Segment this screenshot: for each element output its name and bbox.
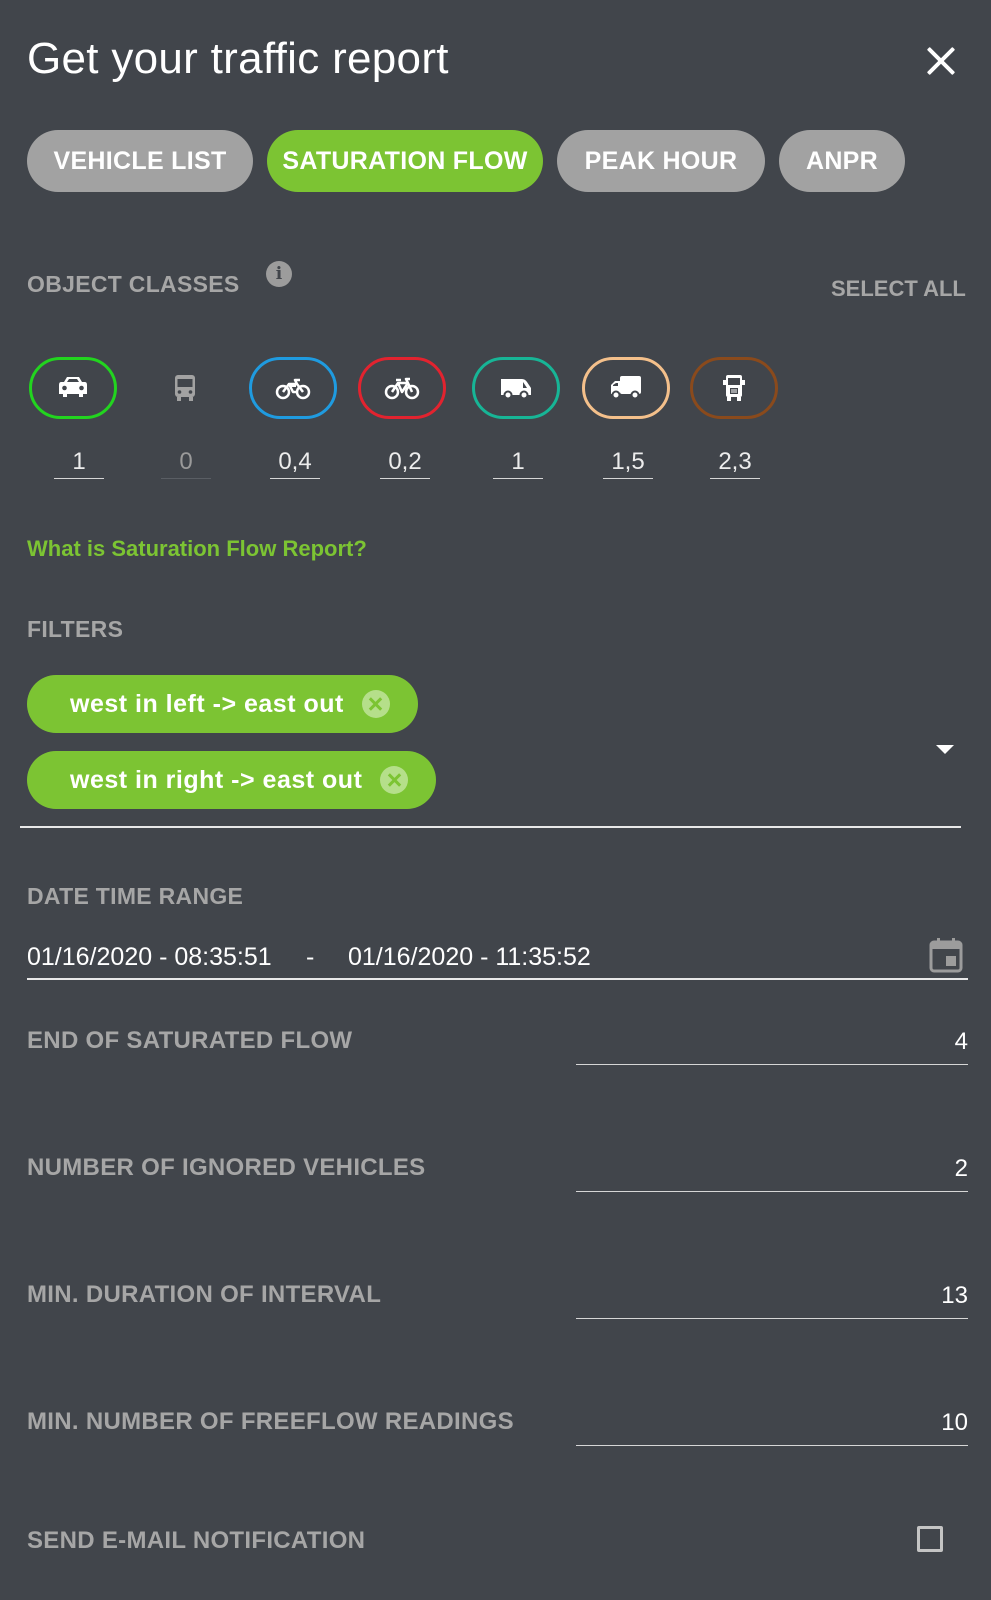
min-duration-interval-label: MIN. DURATION OF INTERVAL	[27, 1281, 382, 1308]
filter-chip[interactable]: west in right -> east out	[27, 751, 437, 809]
class-bus-value[interactable]: 0	[161, 448, 211, 479]
tab-peak-hour[interactable]: PEAK HOUR	[557, 130, 765, 192]
tab-anpr[interactable]: ANPR	[779, 130, 905, 192]
class-bicycle-button[interactable]	[358, 357, 446, 419]
email-notification-checkbox[interactable]	[917, 1526, 943, 1552]
filter-chip[interactable]: west in left -> east out	[27, 675, 418, 733]
class-motorcycle-button[interactable]	[249, 357, 337, 419]
bus-icon	[175, 375, 195, 401]
motorcycle-icon	[275, 378, 311, 400]
email-notification-label: SEND E-MAIL NOTIFICATION	[27, 1527, 366, 1554]
close-icon[interactable]	[924, 44, 958, 78]
date-time-range-label: DATE TIME RANGE	[27, 883, 244, 909]
tab-saturation-flow[interactable]: SATURATION FLOW	[267, 130, 543, 192]
dialog-title: Get your traffic report	[27, 34, 449, 83]
min-freeflow-readings-label: MIN. NUMBER OF FREEFLOW READINGS	[27, 1408, 514, 1435]
filters-underline	[20, 826, 961, 828]
min-duration-interval-value: 13	[941, 1282, 968, 1309]
class-motorcycle-value[interactable]: 0,4	[270, 448, 320, 479]
date-separator: -	[306, 943, 315, 971]
filter-chip-label: west in left -> east out	[70, 689, 344, 718]
class-truck-button[interactable]	[582, 357, 670, 419]
end-of-saturated-flow-label: END OF SATURATED FLOW	[27, 1027, 353, 1054]
calendar-icon[interactable]	[929, 937, 963, 973]
class-heavy-truck-button[interactable]	[690, 357, 778, 419]
object-classes-label: OBJECT CLASSES	[27, 271, 240, 297]
ignored-vehicles-value: 2	[954, 1155, 968, 1182]
select-all-button[interactable]: SELECT ALL	[831, 276, 966, 302]
date-range-underline	[27, 978, 968, 980]
car-icon	[59, 377, 87, 397]
info-icon[interactable]: i	[266, 261, 292, 287]
class-van-button[interactable]	[472, 357, 560, 419]
ignored-vehicles-label: NUMBER OF IGNORED VEHICLES	[27, 1154, 426, 1181]
end-datetime-input[interactable]: 01/16/2020 - 11:35:52	[348, 943, 591, 972]
tab-vehicle-list[interactable]: VEHICLE LIST	[27, 130, 253, 192]
remove-chip-icon[interactable]	[380, 766, 409, 794]
truck-icon	[611, 376, 641, 400]
min-freeflow-readings-value: 10	[941, 1409, 968, 1436]
chevron-down-icon[interactable]	[936, 745, 954, 754]
class-bus-button[interactable]	[141, 357, 229, 419]
saturation-flow-help-link[interactable]: What is Saturation Flow Report?	[27, 536, 367, 562]
end-of-saturated-flow-value: 4	[954, 1028, 968, 1055]
van-icon	[501, 379, 531, 400]
class-heavy-truck-value[interactable]: 2,3	[710, 448, 760, 479]
report-type-tabs: VEHICLE LIST SATURATION FLOW PEAK HOUR A…	[27, 130, 905, 192]
filters-label: FILTERS	[27, 616, 124, 642]
class-truck-value[interactable]: 1,5	[603, 448, 653, 479]
class-bicycle-value[interactable]: 0,2	[380, 448, 430, 479]
remove-chip-icon[interactable]	[361, 690, 390, 718]
class-car-value[interactable]: 1	[54, 448, 104, 479]
heavy-truck-icon	[723, 375, 745, 401]
class-van-value[interactable]: 1	[493, 448, 543, 479]
filter-chip-label: west in right -> east out	[70, 765, 363, 794]
class-car-button[interactable]	[29, 357, 117, 419]
start-datetime-input[interactable]: 01/16/2020 - 08:35:51	[27, 943, 272, 972]
bicycle-icon	[384, 377, 420, 400]
